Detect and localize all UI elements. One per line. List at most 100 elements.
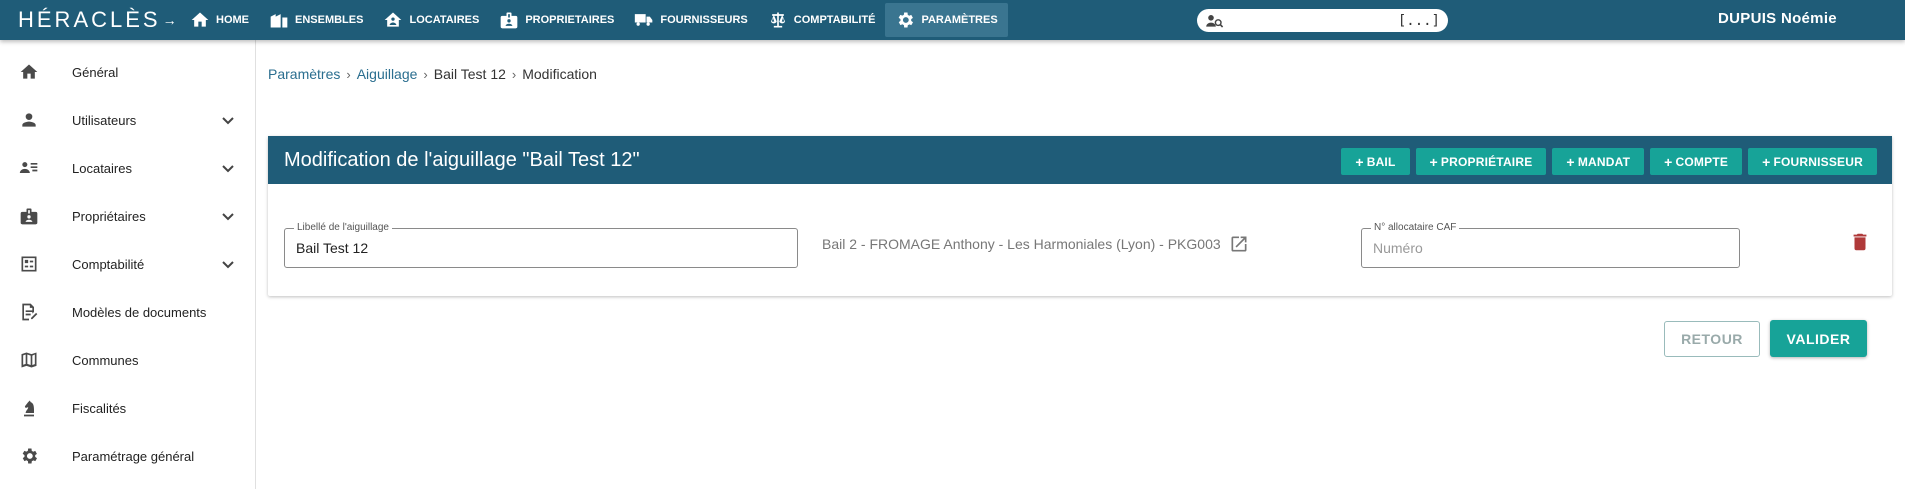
nav-label: ENSEMBLES [295, 14, 364, 26]
button-label: FOURNISSEUR [1773, 154, 1863, 169]
map-icon [18, 349, 40, 371]
home-icon [18, 61, 40, 83]
sidebar-item-label: Fiscalités [72, 400, 127, 416]
sidebar-item-label: Général [72, 64, 119, 80]
delete-button[interactable] [1849, 231, 1871, 255]
bail-description: Bail 2 - FROMAGE Anthony - Les Harmonial… [822, 236, 1221, 252]
person-search-icon [1206, 14, 1224, 28]
scale-icon [770, 12, 785, 28]
add-proprietaire-button[interactable]: + PROPRIÉTAIRE [1415, 148, 1547, 175]
nav-parametres[interactable]: PARAMÈTRES [885, 3, 1008, 37]
libelle-input[interactable] [296, 240, 757, 256]
sidebar-item-locataires[interactable]: Locataires [0, 144, 255, 192]
breadcrumb-separator-icon: › [511, 66, 517, 82]
sidebar-item-label: Paramétrage général [72, 448, 195, 464]
trash-icon [1853, 233, 1867, 251]
breadcrumb-item: Bail Test 12 [433, 66, 506, 82]
add-compte-button[interactable]: + COMPTE [1650, 148, 1743, 175]
sidebar-item-parametrage-general[interactable]: Paramétrage général [0, 432, 255, 480]
add-buttons-group: + BAIL + PROPRIÉTAIRE + MANDAT + COMPTE + FOU… [1335, 148, 1877, 175]
sidebar-item-label: Propriétaires [72, 208, 146, 224]
sidebar: Général Utilisateurs Locataires Propriét… [0, 40, 256, 489]
libelle-field[interactable]: Libellé de l'aiguillage [284, 222, 798, 268]
breadcrumb-current: Modification [522, 66, 597, 82]
bail-link: Bail 2 - FROMAGE Anthony - Les Harmonial… [822, 232, 1249, 256]
search-shortcut[interactable]: [...] [1398, 13, 1440, 29]
page-title: Modification de l'aiguillage "Bail Test … [284, 148, 640, 171]
card-header: Modification de l'aiguillage "Bail Test … [268, 136, 1892, 184]
sidebar-item-modeles-documents[interactable]: Modèles de documents [0, 288, 255, 336]
plus-icon: + [1355, 153, 1364, 170]
sidebar-item-general[interactable]: Général [0, 48, 255, 96]
nav-label: HOME [216, 14, 249, 26]
breadcrumb-separator-icon: › [346, 66, 351, 82]
plus-icon: + [1566, 153, 1575, 170]
retour-button[interactable]: RETOUR [1664, 321, 1760, 357]
gear-icon [899, 12, 914, 28]
sidebar-item-utilisateurs[interactable]: Utilisateurs [0, 96, 255, 144]
buildings-icon [270, 14, 288, 28]
valider-button[interactable]: VALIDER [1770, 320, 1867, 357]
sidebar-item-label: Utilisateurs [72, 112, 137, 128]
nav-fournisseurs[interactable]: FOURNISSEURS [624, 3, 757, 37]
sidebar-item-label: Comptabilité [72, 256, 145, 272]
chevron-down-icon[interactable] [220, 112, 236, 128]
plus-icon: + [1429, 153, 1438, 170]
home-icon [191, 12, 209, 27]
document-edit-icon [18, 301, 40, 323]
global-search[interactable]: [...] [1197, 9, 1448, 32]
libelle-label: Libellé de l'aiguillage [294, 222, 392, 233]
nav-label: PROPRIETAIRES [525, 14, 615, 26]
open-in-new-icon[interactable] [1229, 234, 1249, 254]
main-nav: HOME ENSEMBLES LOCATAIRES PROPRIETAIRES … [180, 0, 1008, 40]
chevron-down-icon[interactable] [220, 160, 236, 176]
search-input[interactable] [1229, 10, 1398, 31]
nav-comptabilite[interactable]: COMPTABILITÉ [758, 3, 886, 37]
plus-icon: + [1664, 153, 1673, 170]
add-bail-button[interactable]: + BAIL [1341, 148, 1410, 175]
nav-label: FOURNISSEURS [660, 14, 748, 26]
app-logo[interactable]: HÉRACLÈS → [0, 0, 177, 40]
button-label: MANDAT [1577, 154, 1631, 169]
sidebar-item-proprietaires[interactable]: Propriétaires [0, 192, 255, 240]
sidebar-item-label: Communes [72, 352, 139, 368]
sidebar-item-label: Modèles de documents [72, 304, 207, 320]
caf-field[interactable]: N° allocataire CAF [1361, 222, 1740, 268]
sidebar-item-comptabilite[interactable]: Comptabilité [0, 240, 255, 288]
logo-text: HÉRACLÈS [18, 7, 161, 32]
nav-proprietaires[interactable]: PROPRIETAIRES [489, 3, 624, 37]
person-icon [18, 109, 40, 131]
sidebar-item-label: Locataires [72, 160, 132, 176]
button-label: COMPTE [1675, 154, 1729, 169]
breadcrumb-link[interactable]: Aiguillage [357, 66, 418, 82]
breadcrumb: Paramètres › Aiguillage › Bail Test 12 ›… [268, 66, 597, 82]
chevron-down-icon[interactable] [220, 208, 236, 224]
nav-home[interactable]: HOME [180, 3, 259, 37]
badge-icon [18, 205, 40, 227]
gear-icon [18, 445, 40, 467]
contacts-list-icon [18, 157, 40, 179]
breadcrumb-separator-icon: › [423, 66, 428, 82]
nav-label: LOCATAIRES [409, 14, 480, 26]
breadcrumb-link[interactable]: Paramètres [268, 66, 340, 82]
sidebar-item-fiscalites[interactable]: Fiscalités [0, 384, 255, 432]
user-name[interactable]: DUPUIS Noémie [1718, 10, 1837, 27]
button-label: BAIL [1366, 154, 1396, 169]
top-navbar: HÉRACLÈS → HOME ENSEMBLES LOCATAIRES PRO… [0, 0, 1905, 44]
nav-label: PARAMÈTRES [921, 14, 998, 26]
nav-locataires[interactable]: LOCATAIRES [373, 3, 489, 37]
nav-ensembles[interactable]: ENSEMBLES [259, 3, 373, 37]
plus-icon: + [1762, 153, 1771, 170]
aiguillage-card: Modification de l'aiguillage "Bail Test … [268, 136, 1892, 296]
add-fournisseur-button[interactable]: + FOURNISSEUR [1748, 148, 1877, 175]
truck-icon [635, 14, 653, 26]
badge-icon [501, 12, 518, 29]
caf-input[interactable] [1373, 240, 1713, 256]
chevron-down-icon[interactable] [220, 256, 236, 272]
add-mandat-button[interactable]: + MANDAT [1552, 148, 1645, 175]
sidebar-item-communes[interactable]: Communes [0, 336, 255, 384]
nav-label: COMPTABILITÉ [793, 14, 876, 26]
chess-knight-icon [18, 397, 40, 419]
button-label: PROPRIÉTAIRE [1440, 154, 1533, 169]
caf-label: N° allocataire CAF [1371, 222, 1460, 233]
